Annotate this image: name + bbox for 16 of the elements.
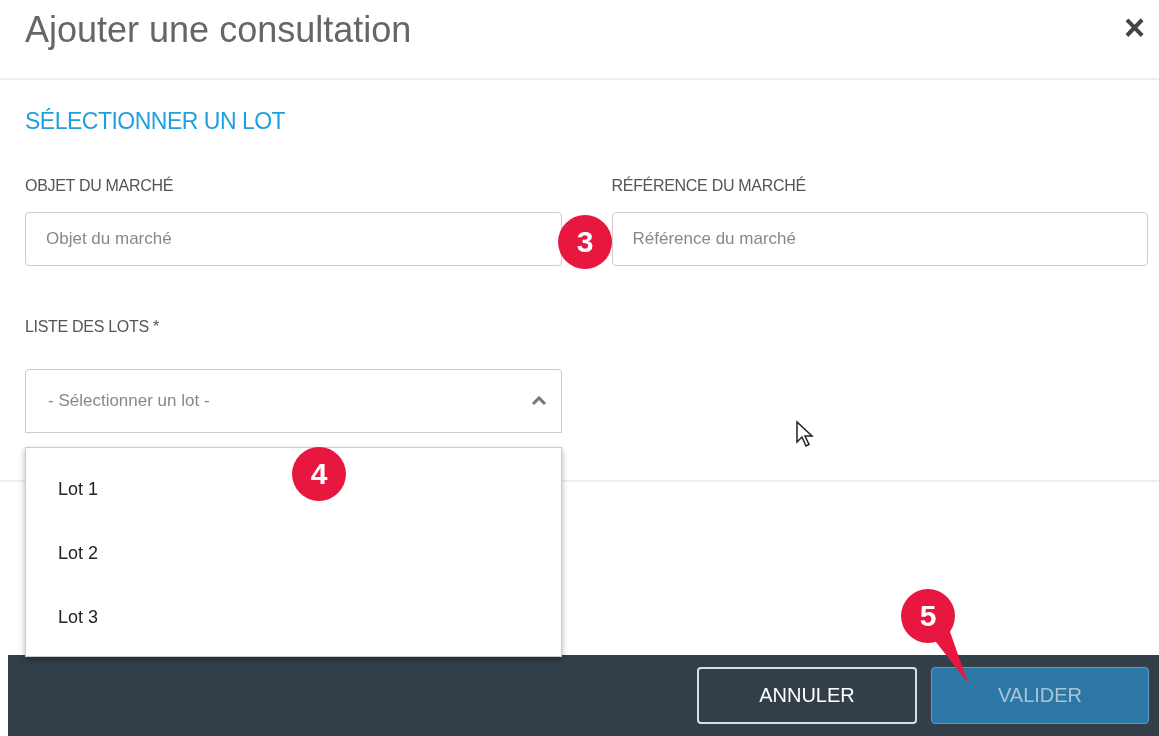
caret-icon [531,396,547,406]
cancel-button[interactable]: ANNULER [697,667,917,724]
field-label: OBJET DU MARCHÉ [25,177,175,195]
lot-dropdown[interactable]: - Sélectionner un lot - [25,369,562,433]
dropdown-option[interactable]: Lot 1 [58,474,99,504]
input-field[interactable]: Référence du marché [611,212,1148,266]
section-title: SÉLECTIONNER UN LOT [25,108,287,135]
dropdown-option[interactable]: Lot 2 [58,538,99,568]
field-label: LISTE DES LOTS * [25,318,160,336]
close-button[interactable]: × [1123,7,1145,49]
dialog-title: Ajouter une consultation [25,9,412,51]
callout-badge: 3 [558,215,612,269]
mouse-pointer-icon [795,420,815,450]
field-label: RÉFÉRENCE DU MARCHÉ [611,177,807,195]
dropdown-option[interactable]: Lot 3 [58,602,99,632]
input-field[interactable]: Objet du marché [25,212,562,266]
